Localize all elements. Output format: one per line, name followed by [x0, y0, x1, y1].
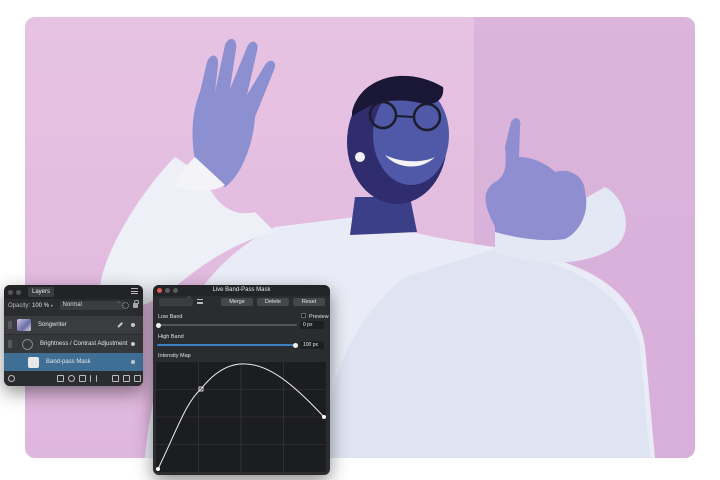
gear-icon[interactable] — [122, 302, 129, 309]
mask-icon[interactable] — [57, 375, 64, 382]
preview-checkbox[interactable] — [301, 313, 306, 318]
intensity-curve-svg — [156, 362, 326, 472]
merge-button[interactable]: Merge — [221, 298, 253, 306]
layer-row-songwriter[interactable]: Songwriter — [4, 316, 143, 334]
live-filter-icon[interactable] — [90, 375, 97, 382]
preset-menu-icon[interactable] — [197, 299, 203, 304]
curve-point[interactable] — [156, 467, 160, 471]
reset-button[interactable]: Reset — [293, 298, 325, 306]
add-layer-icon[interactable] — [123, 375, 130, 382]
low-band-slider-knob[interactable] — [156, 322, 161, 328]
layer-expand-handle[interactable] — [8, 340, 12, 348]
preview-label: Preview — [309, 314, 329, 320]
subject-illustration — [99, 38, 655, 458]
intensity-map-label: Intensity Map — [158, 353, 191, 359]
panel-close-icon[interactable] — [8, 289, 13, 295]
tab-layers[interactable]: Layers — [28, 287, 55, 297]
panel-title: Live Band-Pass Mask — [212, 287, 271, 293]
photo-canvas — [25, 17, 695, 458]
opacity-dropdown-icon[interactable]: ▸ — [51, 303, 54, 309]
layer-row-brightness-contrast[interactable]: Brightness / Contrast Adjustment — [4, 335, 143, 353]
brush-icon — [117, 322, 123, 328]
delete-button[interactable]: Delete — [257, 298, 289, 306]
intensity-map-graph[interactable] — [156, 362, 326, 472]
visibility-toggle-icon[interactable] — [131, 342, 135, 346]
lock-icon[interactable] — [133, 300, 139, 308]
layer-expand-handle[interactable] — [8, 321, 12, 329]
layer-options-icon[interactable] — [8, 375, 15, 382]
high-band-label: High Band — [158, 334, 184, 340]
trash-icon[interactable] — [134, 375, 141, 382]
layer-thumbnail — [17, 319, 31, 331]
low-band-label: Low Band — [158, 314, 183, 320]
opacity-value[interactable]: 100 % — [32, 303, 49, 309]
high-band-slider-knob[interactable] — [293, 342, 298, 348]
minimize-icon[interactable] — [165, 288, 170, 293]
close-icon[interactable] — [157, 288, 162, 293]
opacity-label: Opacity: — [8, 302, 31, 309]
folder-icon[interactable] — [112, 375, 119, 382]
curve-point[interactable] — [322, 415, 326, 419]
adjustment-icon[interactable] — [68, 375, 75, 382]
layers-bottom-toolbar — [4, 371, 143, 386]
layer-name: Band-pass Mask — [46, 359, 91, 365]
live-band-pass-mask-panel: Live Band-Pass Mask Merge Delete Reset L… — [153, 285, 330, 475]
panel-menu-icon[interactable] — [131, 288, 138, 294]
adjustment-sun-icon — [22, 338, 33, 350]
layer-name: Brightness / Contrast Adjustment — [40, 341, 128, 347]
fx-icon[interactable] — [79, 375, 86, 382]
layer-name: Songwriter — [38, 322, 67, 328]
layers-tabbar: Layers — [4, 285, 143, 299]
blend-mode-select[interactable]: Normal — [59, 300, 124, 310]
visibility-toggle-icon[interactable] — [131, 323, 135, 327]
filter-toolbar: Merge Delete Reset — [153, 296, 330, 309]
low-band-value-field[interactable]: 0 px — [300, 321, 324, 329]
mask-thumbnail — [28, 356, 39, 368]
high-band-slider-fill[interactable] — [157, 344, 297, 346]
layers-panel: Layers Opacity: 100 % ▸ Normal Songwrite… — [4, 285, 143, 386]
panel-titlebar: Live Band-Pass Mask — [153, 285, 330, 296]
low-band-slider-track[interactable] — [157, 324, 297, 326]
opacity-row: Opacity: 100 % ▸ Normal — [4, 299, 143, 312]
preset-select[interactable] — [159, 296, 193, 306]
visibility-toggle-icon[interactable] — [131, 360, 135, 364]
high-band-value-field[interactable]: 100 px — [300, 341, 324, 349]
zoom-icon[interactable] — [173, 288, 178, 293]
layer-row-band-pass-mask[interactable]: Band-pass Mask — [4, 353, 143, 371]
panel-collapse-icon[interactable] — [16, 289, 21, 295]
